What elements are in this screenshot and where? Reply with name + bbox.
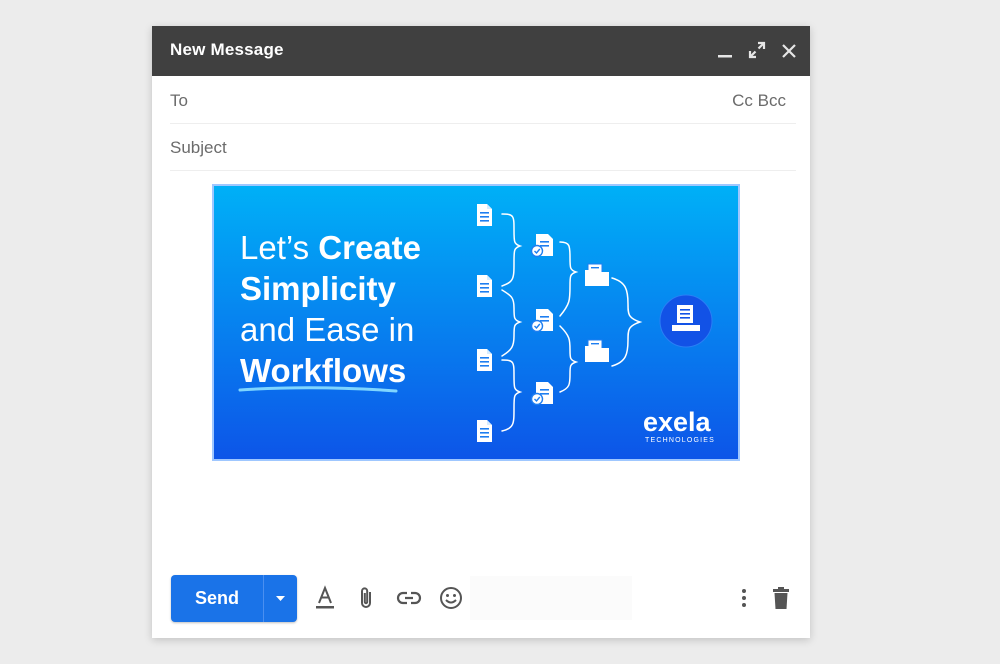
toolbar-blank-area (470, 576, 632, 620)
more-vert-icon[interactable] (730, 584, 758, 612)
compose-window: New Message To Cc Bcc Subject Let’s Crea… (152, 26, 810, 638)
headline-line4: Workflows (240, 352, 406, 389)
caret-down-icon[interactable] (264, 575, 297, 622)
cc-bcc-links: Cc Bcc (732, 91, 786, 111)
svg-text:Let’s Create: Let’s Create (240, 229, 421, 266)
compose-toolbar: Send (152, 574, 810, 624)
text-format-icon[interactable] (311, 584, 339, 612)
headline-line2: Simplicity (240, 270, 397, 307)
emoji-icon[interactable] (437, 584, 465, 612)
link-icon[interactable] (395, 584, 423, 612)
paperclip-icon[interactable] (353, 584, 381, 612)
compose-header[interactable]: New Message (152, 26, 810, 76)
body-banner-image: Let’s Create Simplicity and Ease in Work… (212, 184, 740, 461)
window-title: New Message (170, 40, 284, 59)
headline-line3: and Ease in (240, 311, 414, 348)
send-button-group: Send (171, 575, 297, 622)
minimize-icon[interactable] (714, 38, 736, 62)
expand-icon[interactable] (746, 38, 768, 62)
subject-label: Subject (170, 138, 227, 157)
to-label: To (170, 91, 188, 110)
exela-logo-subtext: TECHNOLOGIES (645, 437, 715, 444)
headline-line1-bold: Create (318, 229, 421, 266)
subject-row: Subject (170, 124, 796, 171)
trash-icon[interactable] (767, 584, 795, 612)
exela-logo-text: exela (643, 407, 712, 437)
bcc-link[interactable]: Bcc (758, 91, 786, 110)
send-button[interactable]: Send (171, 575, 263, 622)
to-row: To Cc Bcc (170, 77, 796, 124)
to-input[interactable] (210, 85, 714, 117)
close-icon[interactable] (778, 38, 800, 62)
headline-line1-light: Let’s (240, 229, 318, 266)
subject-input[interactable] (248, 132, 792, 164)
cc-link[interactable]: Cc (732, 91, 753, 110)
